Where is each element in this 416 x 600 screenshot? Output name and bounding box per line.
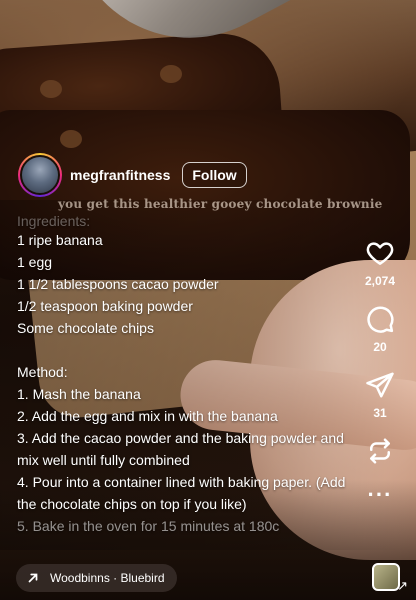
post-caption: Ingredients: 1 ripe banana 1 egg 1 1/2 t… [17, 213, 352, 537]
method-step: 2. Add the egg and mix in with the banan… [17, 408, 278, 424]
ingredient-item: 1 egg [17, 254, 53, 270]
remix-action[interactable] [365, 436, 395, 466]
send-icon[interactable] [365, 370, 395, 400]
ingredient-item: 1 ripe banana [17, 232, 103, 248]
method-step: 1. Mash the banana [17, 386, 141, 402]
like-action[interactable]: 2,074 [365, 238, 395, 288]
follow-button[interactable]: Follow [182, 162, 247, 188]
method-step: 5. Bake in the oven for 15 minutes at 18… [17, 518, 280, 534]
username[interactable]: megfranfitness [70, 167, 170, 183]
audio-label: Woodbinns · Bluebird [50, 571, 165, 585]
ingredient-item: 1/2 teaspoon baking powder [17, 298, 193, 314]
video-text-overlay: you get this healthier gooey chocolate b… [58, 197, 383, 211]
comment-icon[interactable] [365, 304, 395, 334]
action-rail: 2,074 20 31 ··· [358, 238, 402, 506]
comment-count: 20 [373, 340, 387, 354]
share-count: 31 [373, 406, 387, 420]
audio-thumbnail[interactable] [372, 563, 400, 591]
share-action[interactable]: 31 [365, 370, 395, 420]
method-heading: Method: [17, 364, 68, 380]
arrow-up-right-icon: ↗ [397, 578, 408, 593]
avatar[interactable] [18, 153, 62, 197]
like-count: 2,074 [364, 274, 396, 288]
ingredients-heading: Ingredients: [17, 213, 91, 229]
more-options-icon[interactable]: ··· [368, 484, 393, 506]
method-step: 3. Add the cacao powder and the baking p… [17, 430, 344, 468]
comment-action[interactable]: 20 [365, 304, 395, 354]
arrow-up-right-icon [28, 573, 38, 583]
author-row: megfranfitness Follow [18, 153, 247, 197]
audio-chip[interactable]: Woodbinns · Bluebird [16, 564, 177, 592]
heart-icon[interactable] [365, 238, 395, 268]
ingredient-item: Some chocolate chips [17, 320, 154, 336]
remix-icon[interactable] [365, 436, 395, 466]
ingredient-item: 1 1/2 tablespoons cacao powder [17, 276, 219, 292]
method-step: 4. Pour into a container lined with baki… [17, 474, 346, 512]
